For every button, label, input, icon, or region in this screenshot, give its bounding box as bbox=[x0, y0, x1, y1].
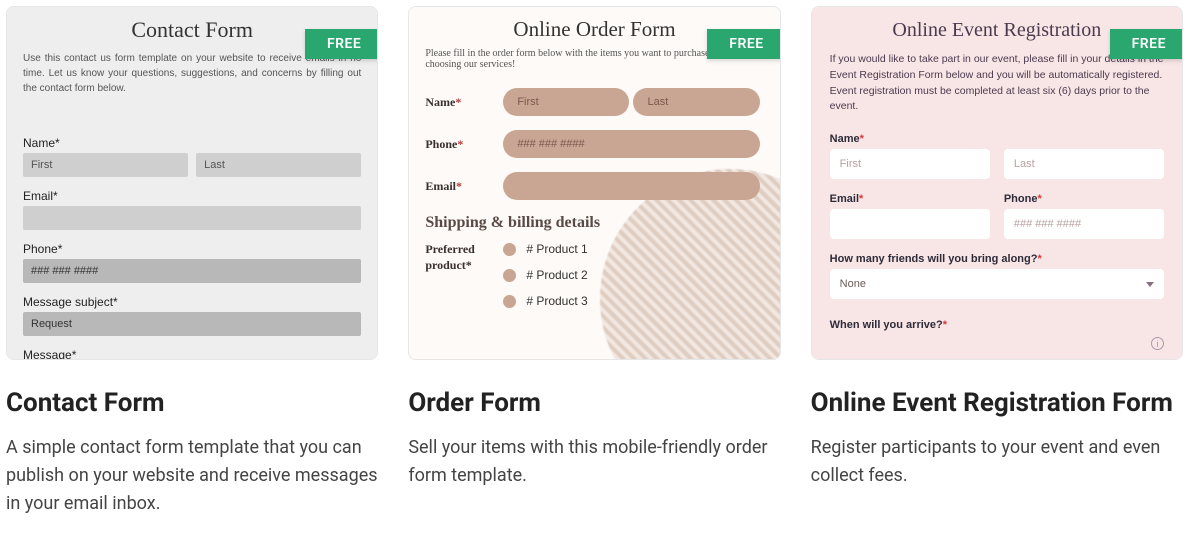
template-card-contact[interactable]: FREE Contact Form Use this contact us fo… bbox=[6, 6, 378, 360]
first-name-input[interactable]: First bbox=[830, 149, 990, 179]
product-label: Preferred product* bbox=[425, 242, 503, 273]
first-name-input[interactable]: First bbox=[503, 88, 629, 116]
subject-label: Message subject* bbox=[23, 295, 361, 309]
last-name-input[interactable]: Last bbox=[196, 153, 361, 177]
last-name-input[interactable]: Last bbox=[1004, 149, 1164, 179]
card-title: Online Event Registration Form bbox=[811, 388, 1183, 418]
email-label: Email* bbox=[425, 179, 503, 194]
free-badge: FREE bbox=[707, 29, 780, 59]
name-label: Name* bbox=[830, 133, 1164, 145]
template-card-event[interactable]: FREE Online Event Registration If you wo… bbox=[811, 6, 1183, 360]
name-label: Name* bbox=[425, 95, 503, 110]
card-desc: A simple contact form template that you … bbox=[6, 434, 378, 518]
product-option-3[interactable]: # Product 3 bbox=[503, 294, 763, 308]
email-label: Email* bbox=[23, 189, 361, 203]
email-input[interactable] bbox=[503, 172, 759, 200]
template-col-event: FREE Online Event Registration If you wo… bbox=[811, 6, 1183, 518]
radio-icon bbox=[503, 243, 516, 256]
phone-input[interactable]: ### ### #### bbox=[1004, 209, 1164, 239]
friends-select[interactable]: None bbox=[830, 269, 1164, 299]
card-title: Contact Form bbox=[6, 388, 378, 418]
card-title: Order Form bbox=[408, 388, 780, 418]
phone-label: Phone* bbox=[1004, 193, 1164, 205]
card-desc: Sell your items with this mobile-friendl… bbox=[408, 434, 780, 490]
select-value: None bbox=[840, 278, 866, 290]
radio-icon bbox=[503, 295, 516, 308]
arrive-label: When will you arrive?* bbox=[830, 319, 1164, 331]
phone-input[interactable]: ### ### #### bbox=[23, 259, 361, 283]
email-input[interactable] bbox=[830, 209, 990, 239]
template-grid: FREE Contact Form Use this contact us fo… bbox=[6, 6, 1183, 518]
message-label: Message* bbox=[23, 348, 361, 360]
preview-intro: If you would like to take part in our ev… bbox=[830, 52, 1164, 115]
preview-event: Online Event Registration If you would l… bbox=[812, 7, 1182, 359]
preview-order: Online Order Form Please fill in the ord… bbox=[409, 7, 779, 359]
email-input[interactable] bbox=[23, 206, 361, 230]
template-card-order[interactable]: FREE Online Order Form Please fill in th… bbox=[408, 6, 780, 360]
template-col-order: FREE Online Order Form Please fill in th… bbox=[408, 6, 780, 518]
phone-label: Phone* bbox=[425, 137, 503, 152]
radio-icon bbox=[503, 269, 516, 282]
free-badge: FREE bbox=[1110, 29, 1183, 59]
info-icon: i bbox=[1151, 337, 1164, 350]
product-option-1[interactable]: # Product 1 bbox=[503, 242, 763, 256]
product-option-2[interactable]: # Product 2 bbox=[503, 268, 763, 282]
card-desc: Register participants to your event and … bbox=[811, 434, 1183, 490]
email-label: Email* bbox=[830, 193, 990, 205]
free-badge: FREE bbox=[305, 29, 378, 59]
subject-input[interactable]: Request bbox=[23, 312, 361, 336]
friends-label: How many friends will you bring along?* bbox=[830, 253, 1164, 265]
chevron-down-icon bbox=[1146, 282, 1154, 287]
phone-label: Phone* bbox=[23, 242, 361, 256]
preview-contact: Contact Form Use this contact us form te… bbox=[7, 7, 377, 359]
last-name-input[interactable]: Last bbox=[633, 88, 759, 116]
name-label: Name* bbox=[23, 136, 361, 150]
phone-input[interactable]: ### ### #### bbox=[503, 130, 759, 158]
template-col-contact: FREE Contact Form Use this contact us fo… bbox=[6, 6, 378, 518]
first-name-input[interactable]: First bbox=[23, 153, 188, 177]
